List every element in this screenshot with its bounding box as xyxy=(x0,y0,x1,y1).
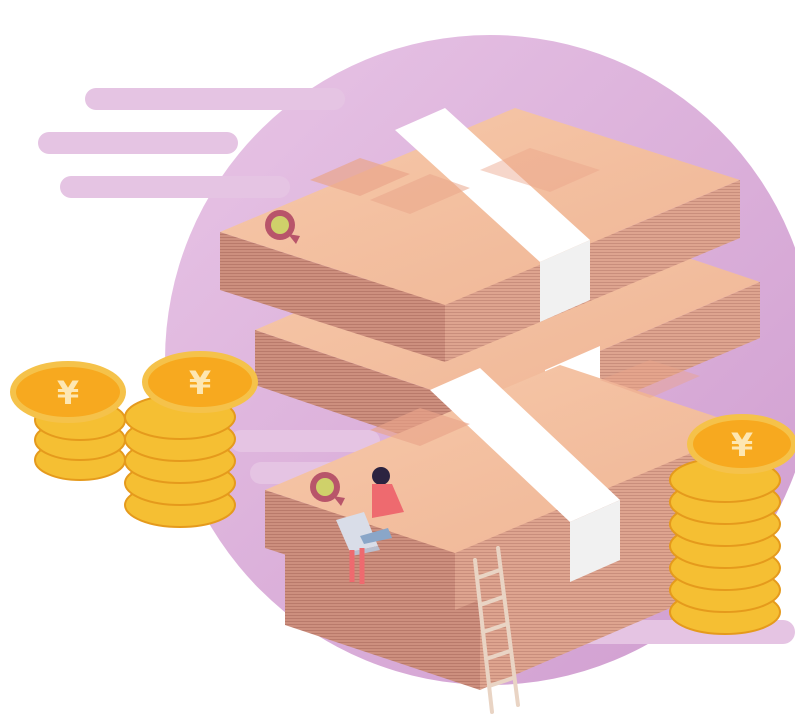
coin-symbol: ¥ xyxy=(731,426,753,464)
money-illustration: ¥ ¥ ¥ xyxy=(10,35,795,714)
coin-stack-left: ¥ xyxy=(10,361,126,481)
coin-symbol: ¥ xyxy=(57,374,79,412)
coin-symbol: ¥ xyxy=(189,364,211,402)
coin-stack-right: ¥ xyxy=(669,414,795,635)
